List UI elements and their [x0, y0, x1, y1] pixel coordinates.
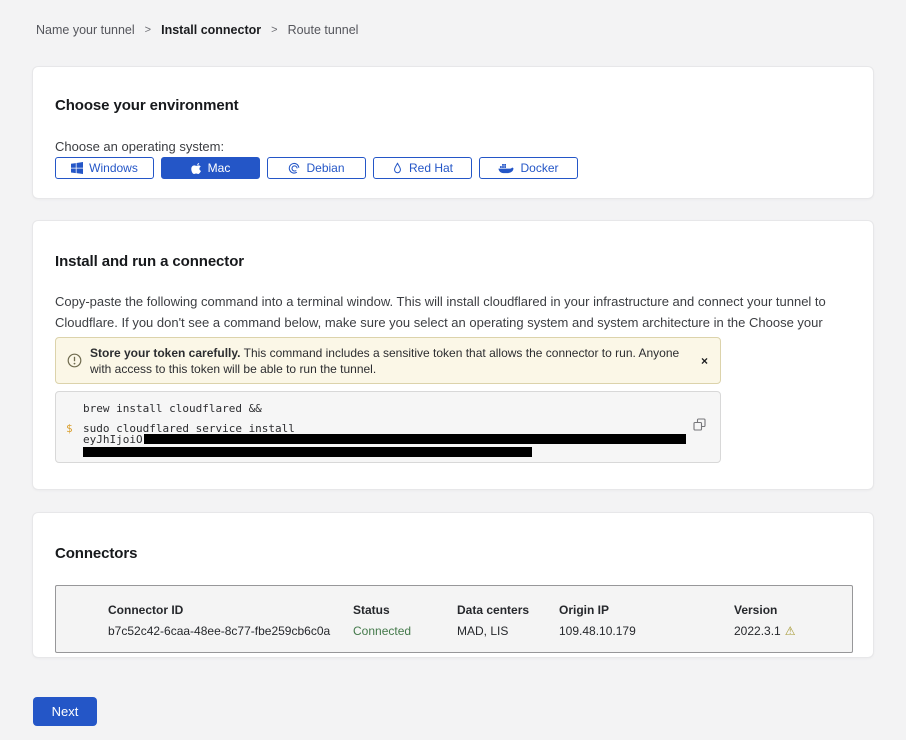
- warning-triangle-icon: ⚠: [785, 624, 796, 638]
- install-command-code-block: brew install cloudflared && $ sudo cloud…: [55, 391, 721, 463]
- breadcrumb-step-install-connector[interactable]: Install connector: [161, 23, 261, 37]
- install-card-title: Install and run a connector: [55, 253, 244, 270]
- connectors-table: Connector ID Status Data centers Origin …: [55, 585, 853, 653]
- header-connector-id: Connector ID: [108, 603, 353, 617]
- header-origin-ip: Origin IP: [559, 603, 734, 617]
- breadcrumb-separator: >: [145, 24, 151, 36]
- breadcrumb-separator: >: [271, 24, 277, 36]
- os-button-mac[interactable]: Mac: [161, 157, 260, 179]
- code-line-brew: brew install cloudflared &&: [83, 402, 262, 415]
- windows-icon: [71, 162, 83, 174]
- os-button-redhat[interactable]: Red Hat: [373, 157, 472, 179]
- close-icon[interactable]: ×: [701, 355, 708, 367]
- version-value: 2022.3.1 ⚠: [734, 624, 852, 638]
- os-button-label: Docker: [520, 161, 558, 175]
- data-centers-value: MAD, LIS: [457, 624, 559, 638]
- environment-card-title: Choose your environment: [55, 97, 239, 114]
- redhat-icon: [392, 162, 403, 175]
- copy-icon[interactable]: [693, 418, 706, 431]
- os-button-docker[interactable]: Docker: [479, 157, 578, 179]
- status-badge: Connected: [353, 624, 457, 638]
- shell-prompt: $: [66, 422, 73, 435]
- os-button-label: Mac: [208, 161, 231, 175]
- alert-circle-icon: [67, 353, 82, 368]
- os-button-debian[interactable]: Debian: [267, 157, 366, 179]
- warning-message-bold: Store your token carefully.: [90, 346, 241, 360]
- apple-icon: [191, 162, 202, 175]
- header-version: Version: [734, 603, 852, 617]
- version-number: 2022.3.1: [734, 624, 781, 638]
- connector-id-value: b7c52c42-6caa-48ee-8c77-fbe259cb6c0a: [108, 624, 353, 638]
- redacted-token-bar: [144, 434, 686, 444]
- code-line-token-2: [83, 445, 532, 458]
- os-button-label: Red Hat: [409, 161, 453, 175]
- os-button-group: Windows Mac Debian Red Hat: [55, 157, 578, 179]
- breadcrumb: Name your tunnel > Install connector > R…: [36, 23, 358, 37]
- token-warning-banner: Store your token carefully. This command…: [55, 337, 721, 384]
- breadcrumb-step-name-your-tunnel[interactable]: Name your tunnel: [36, 23, 135, 37]
- header-data-centers: Data centers: [457, 603, 559, 617]
- redacted-token-bar: [83, 447, 532, 457]
- os-select-label: Choose an operating system:: [55, 139, 224, 154]
- docker-icon: [498, 162, 514, 174]
- table-row: b7c52c42-6caa-48ee-8c77-fbe259cb6c0a Con…: [56, 624, 852, 638]
- warning-message: Store your token carefully. This command…: [90, 345, 701, 377]
- os-button-windows[interactable]: Windows: [55, 157, 154, 179]
- choose-environment-card: Choose your environment Choose an operat…: [32, 66, 874, 199]
- origin-ip-value: 109.48.10.179: [559, 624, 734, 638]
- next-button[interactable]: Next: [33, 697, 97, 726]
- install-connector-card: Install and run a connector Copy-paste t…: [32, 220, 874, 490]
- debian-icon: [288, 162, 300, 174]
- breadcrumb-step-route-tunnel[interactable]: Route tunnel: [288, 23, 359, 37]
- os-button-label: Windows: [89, 161, 138, 175]
- header-status: Status: [353, 603, 457, 617]
- tunnel-setup-page: Name your tunnel > Install connector > R…: [0, 0, 906, 740]
- connectors-card: Connectors Connector ID Status Data cent…: [32, 512, 874, 658]
- connectors-table-header: Connector ID Status Data centers Origin …: [56, 603, 852, 617]
- os-button-label: Debian: [306, 161, 344, 175]
- connectors-card-title: Connectors: [55, 545, 137, 562]
